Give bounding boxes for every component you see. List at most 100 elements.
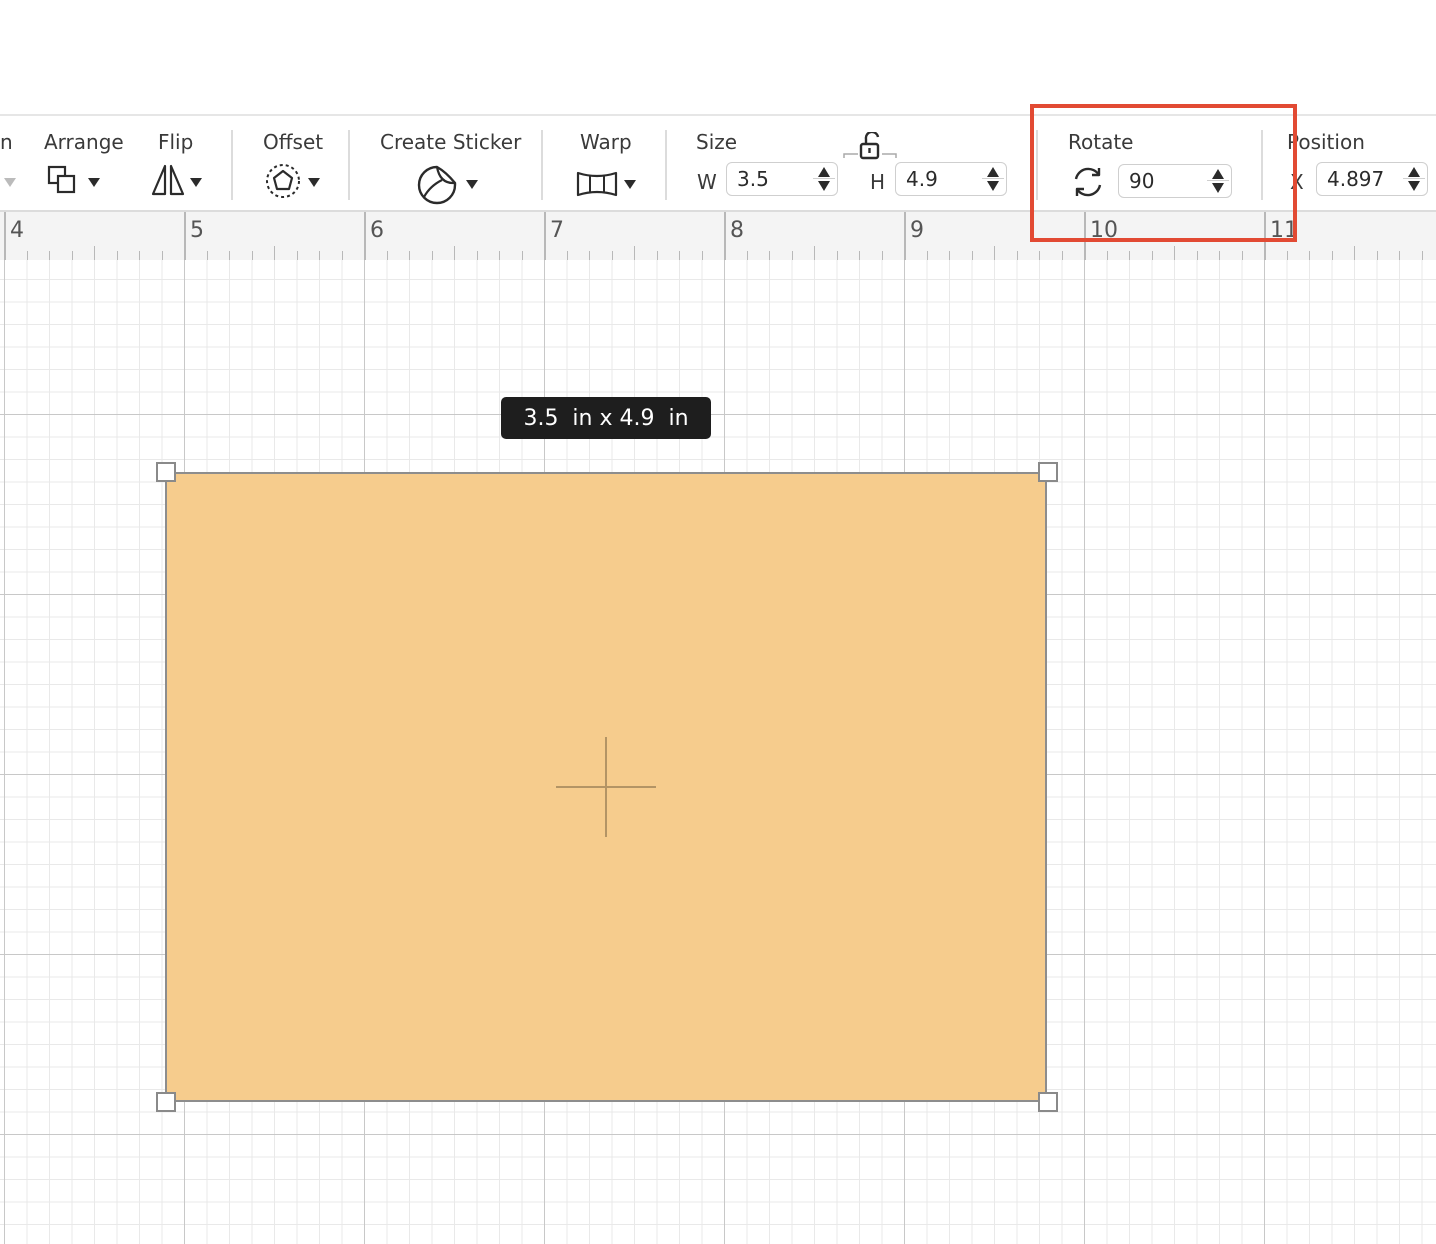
toolbar-separator xyxy=(541,130,543,200)
ruler-minor-tick xyxy=(836,251,838,260)
ruler-number: 5 xyxy=(190,218,204,243)
rotate-icon[interactable] xyxy=(1070,164,1106,200)
horizontal-ruler: 4 5 6 7 8 9 10 11 xyxy=(0,212,1436,261)
ruler-minor-tick xyxy=(701,251,703,260)
ruler-minor-tick xyxy=(566,251,568,260)
x-prefix-label: X xyxy=(1290,170,1304,194)
ruler-minor-tick xyxy=(454,246,455,260)
ruler-major-tick xyxy=(4,212,6,260)
ruler-minor-tick xyxy=(139,251,140,260)
ruler-minor-tick xyxy=(206,251,208,260)
ruler-minor-tick xyxy=(229,251,230,260)
toolbar-separator xyxy=(1036,130,1038,200)
center-crosshair-vertical xyxy=(605,737,607,837)
sticker-icon xyxy=(417,165,457,205)
sticker-caret-icon xyxy=(466,180,478,189)
rotate-stepper[interactable] xyxy=(1118,164,1232,198)
ruler-minor-tick xyxy=(1039,251,1040,260)
resize-handle-top-left[interactable] xyxy=(156,462,176,482)
ruler-major-tick xyxy=(364,212,366,260)
ruler-minor-tick xyxy=(409,251,410,260)
toolbar-separator xyxy=(1261,130,1263,200)
ruler-minor-tick xyxy=(1106,251,1108,260)
height-input[interactable] xyxy=(906,167,976,191)
offset-label: Offset xyxy=(263,130,324,154)
ruler-number: 4 xyxy=(10,218,24,243)
flip-button[interactable] xyxy=(150,162,210,200)
ruler-minor-tick xyxy=(634,246,635,260)
flip-label: Flip xyxy=(158,130,194,154)
ruler-minor-tick xyxy=(49,251,50,260)
ruler-number: 7 xyxy=(550,218,564,243)
rotate-spin-arrows[interactable] xyxy=(1207,168,1229,194)
ruler-minor-tick xyxy=(1061,251,1063,260)
ruler-minor-tick xyxy=(341,251,343,260)
height-prefix-label: H xyxy=(870,170,886,194)
create-sticker-button[interactable] xyxy=(416,164,486,206)
warp-button[interactable] xyxy=(576,168,642,202)
ruler-minor-tick xyxy=(116,251,118,260)
top-blank-area xyxy=(0,0,1436,115)
ruler-minor-tick xyxy=(994,246,995,260)
ruler-minor-tick xyxy=(296,251,298,260)
arrange-label: Arrange xyxy=(44,130,124,154)
ruler-major-tick xyxy=(544,212,546,260)
ruler-minor-tick xyxy=(1151,251,1153,260)
toolbar-separator xyxy=(665,130,667,200)
ruler-minor-tick xyxy=(499,251,500,260)
ruler-minor-tick xyxy=(1286,251,1288,260)
ruler-major-tick xyxy=(1264,212,1266,260)
ruler-number: 11 xyxy=(1270,218,1298,243)
ruler-minor-tick xyxy=(611,251,613,260)
ruler-minor-tick xyxy=(679,251,680,260)
ruler-major-tick xyxy=(1084,212,1086,260)
ruler-minor-tick xyxy=(386,251,388,260)
ruler-minor-tick xyxy=(1331,251,1333,260)
ruler-minor-tick xyxy=(251,251,253,260)
x-position-stepper[interactable] xyxy=(1316,162,1428,196)
ruler-minor-tick xyxy=(656,251,658,260)
height-stepper[interactable] xyxy=(895,162,1007,196)
rotate-label: Rotate xyxy=(1068,130,1134,154)
ruler-minor-tick xyxy=(1354,246,1355,260)
offset-button[interactable] xyxy=(264,162,324,202)
unlock-icon[interactable] xyxy=(840,132,900,162)
ruler-minor-tick xyxy=(521,251,523,260)
resize-handle-bottom-left[interactable] xyxy=(156,1092,176,1112)
flip-caret-icon xyxy=(190,178,202,187)
warp-label: Warp xyxy=(580,130,632,154)
x-position-input[interactable] xyxy=(1327,167,1399,191)
ruler-major-tick xyxy=(724,212,726,260)
rotate-input[interactable] xyxy=(1129,169,1201,193)
size-tooltip: 3.5 in x 4.9 in xyxy=(501,397,711,439)
offset-icon xyxy=(266,164,300,198)
arrange-icon xyxy=(47,165,76,194)
ruler-minor-tick xyxy=(791,251,793,260)
position-label: Position xyxy=(1287,130,1365,154)
x-position-spin-arrows[interactable] xyxy=(1403,166,1425,192)
ruler-minor-tick xyxy=(971,251,973,260)
ruler-minor-tick xyxy=(1016,251,1018,260)
ruler-minor-tick xyxy=(746,251,748,260)
offset-caret-icon xyxy=(308,178,320,187)
width-spin-arrows[interactable] xyxy=(813,166,835,192)
ruler-minor-tick xyxy=(1241,251,1243,260)
ruler-number: 6 xyxy=(370,218,384,243)
ruler-major-tick xyxy=(184,212,186,260)
width-stepper[interactable] xyxy=(726,162,838,196)
ruler-minor-tick xyxy=(274,246,275,260)
width-input[interactable] xyxy=(737,167,807,191)
ruler-minor-tick xyxy=(319,251,320,260)
arrange-button[interactable] xyxy=(46,164,106,200)
resize-handle-bottom-right[interactable] xyxy=(1038,1092,1058,1112)
size-label: Size xyxy=(696,130,738,154)
warp-icon xyxy=(576,171,618,197)
ruler-number: 10 xyxy=(1090,218,1118,243)
ruler-number: 8 xyxy=(730,218,744,243)
clipped-dropdown-caret[interactable] xyxy=(4,178,16,187)
ruler-minor-tick xyxy=(1129,251,1130,260)
ruler-minor-tick xyxy=(431,251,433,260)
resize-handle-top-right[interactable] xyxy=(1038,462,1058,482)
ruler-minor-tick xyxy=(881,251,883,260)
height-spin-arrows[interactable] xyxy=(982,166,1004,192)
